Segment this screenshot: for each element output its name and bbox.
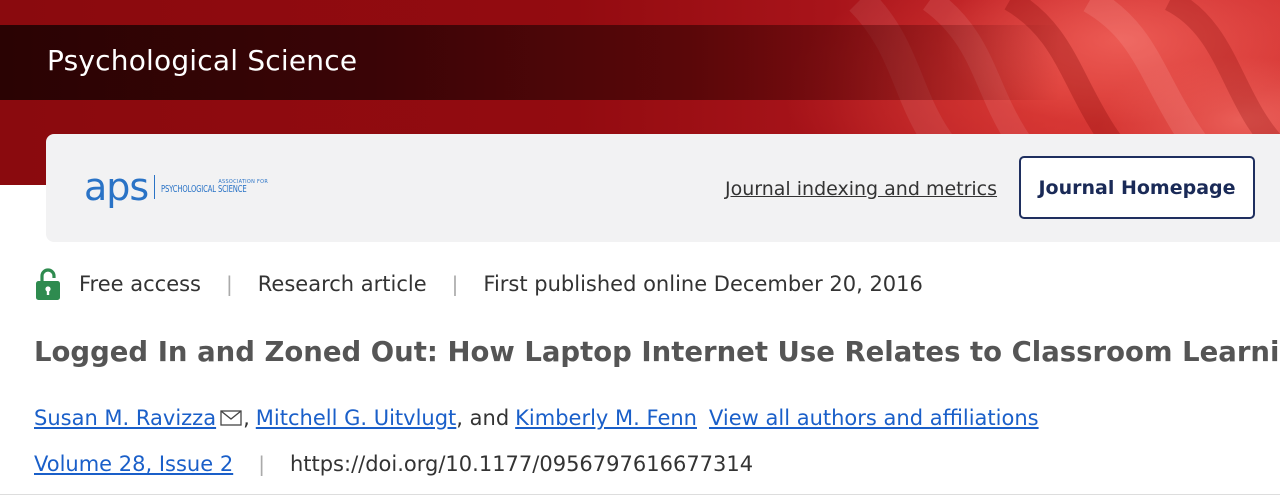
journal-indexing-link[interactable]: Journal indexing and metrics xyxy=(725,178,997,200)
aps-logo[interactable]: aps ASSOCIATION FOR PSYCHOLOGICAL SCIENC… xyxy=(84,168,268,206)
published-date: First published online December 20, 2016 xyxy=(483,272,923,296)
meta-divider: | xyxy=(451,272,459,296)
article-title: Logged In and Zoned Out: How Laptop Inte… xyxy=(34,336,1280,368)
meta-divider: | xyxy=(226,272,233,296)
logo-big-text: PSYCHOLOGICAL SCIENCE xyxy=(161,184,247,195)
logo-divider xyxy=(154,175,156,199)
aps-logo-mark: aps xyxy=(84,165,149,209)
author-separator: , and xyxy=(456,406,510,430)
divider-line xyxy=(0,494,1280,495)
author-link[interactable]: Mitchell G. Uitvlugt xyxy=(256,406,457,430)
aps-logo-text: ASSOCIATION FOR PSYCHOLOGICAL SCIENCE xyxy=(161,179,268,195)
envelope-icon[interactable] xyxy=(220,410,242,426)
author-list: Susan M. Ravizza , Mitchell G. Uitvlugt … xyxy=(34,406,1039,430)
article-type: Research article xyxy=(257,272,427,296)
author-link[interactable]: Kimberly M. Fenn xyxy=(515,406,697,430)
issue-link[interactable]: Volume 28, Issue 2 xyxy=(34,452,233,476)
author-link[interactable]: Susan M. Ravizza xyxy=(34,406,216,430)
journal-title[interactable]: Psychological Science xyxy=(47,44,357,77)
author-separator: , xyxy=(243,406,250,430)
article-meta-row: Free access | Research article | First p… xyxy=(34,266,923,302)
meta-divider: | xyxy=(258,452,265,476)
journal-homepage-button[interactable]: Journal Homepage xyxy=(1019,156,1255,219)
access-label: Free access xyxy=(79,272,202,296)
doi-text: https://doi.org/10.1177/0956797616677314 xyxy=(289,452,754,476)
issue-doi-row: Volume 28, Issue 2 | https://doi.org/10.… xyxy=(34,452,753,476)
open-lock-icon xyxy=(36,268,60,300)
view-all-authors-link[interactable]: View all authors and affiliations xyxy=(709,406,1039,430)
